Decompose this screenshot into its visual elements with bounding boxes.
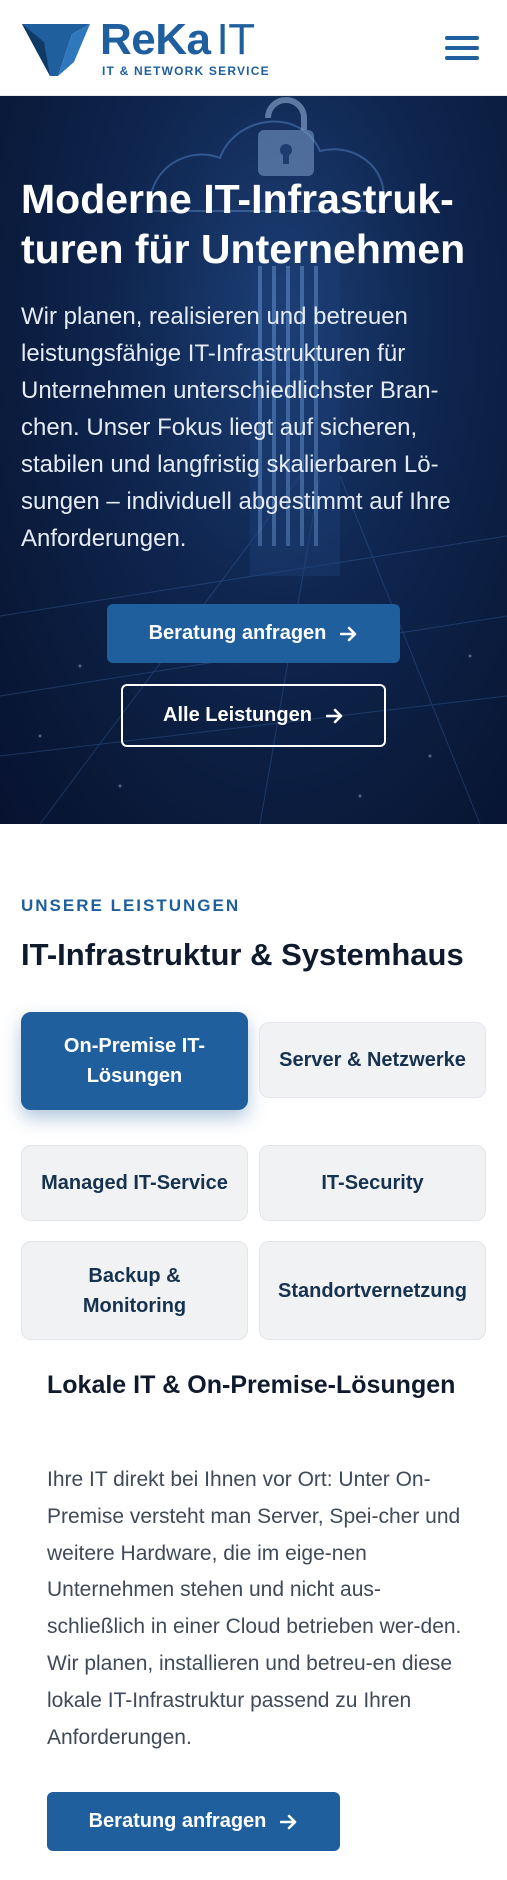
- site-header: ReKa IT IT & NETWORK SERVICE: [0, 0, 507, 96]
- hero-title: Moderne IT-Infrastruk-turen für Unterneh…: [21, 176, 466, 272]
- tab-backup-monitoring[interactable]: Backup & Monitoring: [21, 1241, 248, 1340]
- hero-section: Moderne IT-Infrastruk-turen für Unterneh…: [0, 96, 507, 824]
- detail-consultation-button-label: Beratung anfragen: [88, 1810, 267, 1832]
- consultation-button[interactable]: Beratung anfragen: [107, 604, 400, 663]
- services-section: UNSERE LEISTUNGEN IT-Infrastruktur & Sys…: [0, 824, 507, 1880]
- tab-server-netzwerke[interactable]: Server & Netzwerke: [259, 1022, 486, 1098]
- tab-managed-it-service[interactable]: Managed IT-Service: [21, 1145, 248, 1221]
- all-services-button-label: Alle Leistungen: [163, 704, 312, 726]
- arrow-right-icon: [340, 626, 357, 641]
- tab-standortvernetzung[interactable]: Standortvernetzung: [259, 1241, 486, 1340]
- arrow-right-icon: [325, 708, 343, 723]
- tab-on-premise[interactable]: On-Premise IT-Lösungen: [21, 1012, 248, 1110]
- hero-text: Wir planen, realisieren und betreuen lei…: [21, 303, 451, 552]
- service-detail-title: Lokale IT & On-Premise-Lösungen: [47, 1371, 456, 1399]
- section-title: IT-Infrastruktur & Systemhaus: [21, 937, 464, 972]
- service-detail-text: Ihre IT direkt bei Ihnen vor Ort: Unter …: [47, 1468, 462, 1749]
- consultation-button-label: Beratung anfragen: [148, 622, 327, 644]
- brand-logo[interactable]: ReKa IT IT & NETWORK SERVICE: [20, 16, 270, 80]
- tab-label: Standortvernetzung: [278, 1279, 467, 1302]
- tab-label: Managed IT-Service: [41, 1172, 228, 1194]
- tab-label: Server & Netzwerke: [279, 1049, 466, 1071]
- tab-label: IT-Security: [321, 1172, 424, 1194]
- tab-label: Backup & Monitoring: [82, 1264, 187, 1317]
- brand-tagline: IT & NETWORK SERVICE: [102, 63, 270, 78]
- section-eyebrow: UNSERE LEISTUNGEN: [21, 896, 241, 915]
- tab-it-security[interactable]: IT-Security: [259, 1145, 486, 1221]
- all-services-button[interactable]: Alle Leistungen: [121, 684, 386, 747]
- logo-mark-icon: [22, 23, 90, 76]
- logo-text: ReKa IT IT & NETWORK SERVICE: [100, 14, 270, 78]
- hero-content: Moderne IT-Infrastruk-turen für Unterneh…: [21, 174, 487, 557]
- hamburger-menu-icon[interactable]: [445, 30, 485, 66]
- detail-consultation-button[interactable]: Beratung anfragen: [47, 1792, 340, 1851]
- brand-name: ReKa IT: [100, 14, 255, 64]
- tab-label: On-Premise IT-Lösungen: [63, 1035, 206, 1087]
- arrow-right-icon: [280, 1814, 297, 1829]
